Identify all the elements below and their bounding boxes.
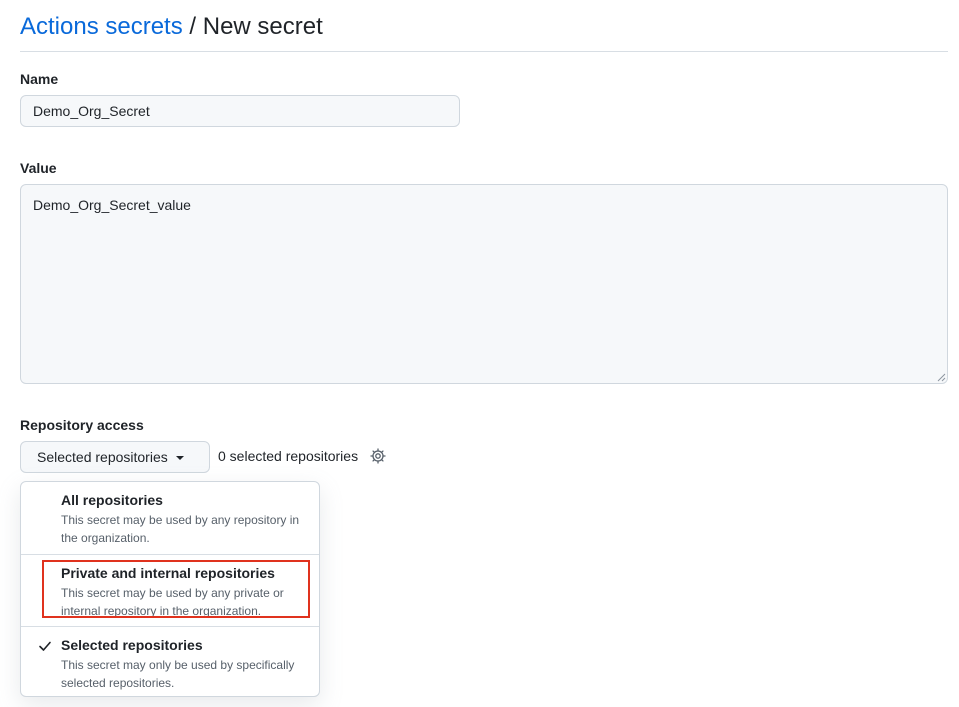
page-title: Actions secrets / New secret [20, 10, 948, 52]
menu-item-description: This secret may be used by any private o… [61, 586, 284, 618]
name-input[interactable] [20, 95, 460, 127]
repository-access-menu: All repositories This secret may be used… [20, 481, 320, 697]
breadcrumb-actions-secrets-link[interactable]: Actions secrets [20, 13, 183, 40]
breadcrumb-current: New secret [202, 13, 323, 40]
value-textarea[interactable]: Demo_Org_Secret_value [20, 184, 948, 384]
repository-access-label: Repository access [20, 417, 144, 433]
menu-item-title: Selected repositories [61, 637, 203, 653]
menu-item-all-repositories[interactable]: All repositories This secret may be used… [21, 482, 319, 554]
menu-item-description: This secret may be used by any repositor… [61, 513, 300, 545]
selected-repositories-count: 0 selected repositories [218, 448, 359, 464]
value-label: Value [20, 160, 57, 176]
menu-item-description: This secret may only be used by specific… [61, 658, 295, 690]
breadcrumb-separator: / [189, 13, 197, 40]
repository-access-dropdown[interactable]: Selected repositories [20, 441, 210, 473]
menu-item-title: All repositories [61, 492, 163, 508]
triangle-down-icon [175, 456, 184, 461]
menu-item-selected-repositories[interactable]: Selected repositories This secret may on… [21, 626, 319, 696]
repository-access-dropdown-label: Selected repositories [37, 449, 168, 465]
gear-icon[interactable] [370, 448, 386, 464]
resize-grip-icon[interactable] [936, 372, 946, 382]
check-icon [39, 641, 51, 651]
name-label: Name [20, 71, 59, 87]
menu-item-private-internal-repositories[interactable]: Private and internal repositories This s… [21, 554, 319, 626]
menu-item-title: Private and internal repositories [61, 565, 275, 581]
